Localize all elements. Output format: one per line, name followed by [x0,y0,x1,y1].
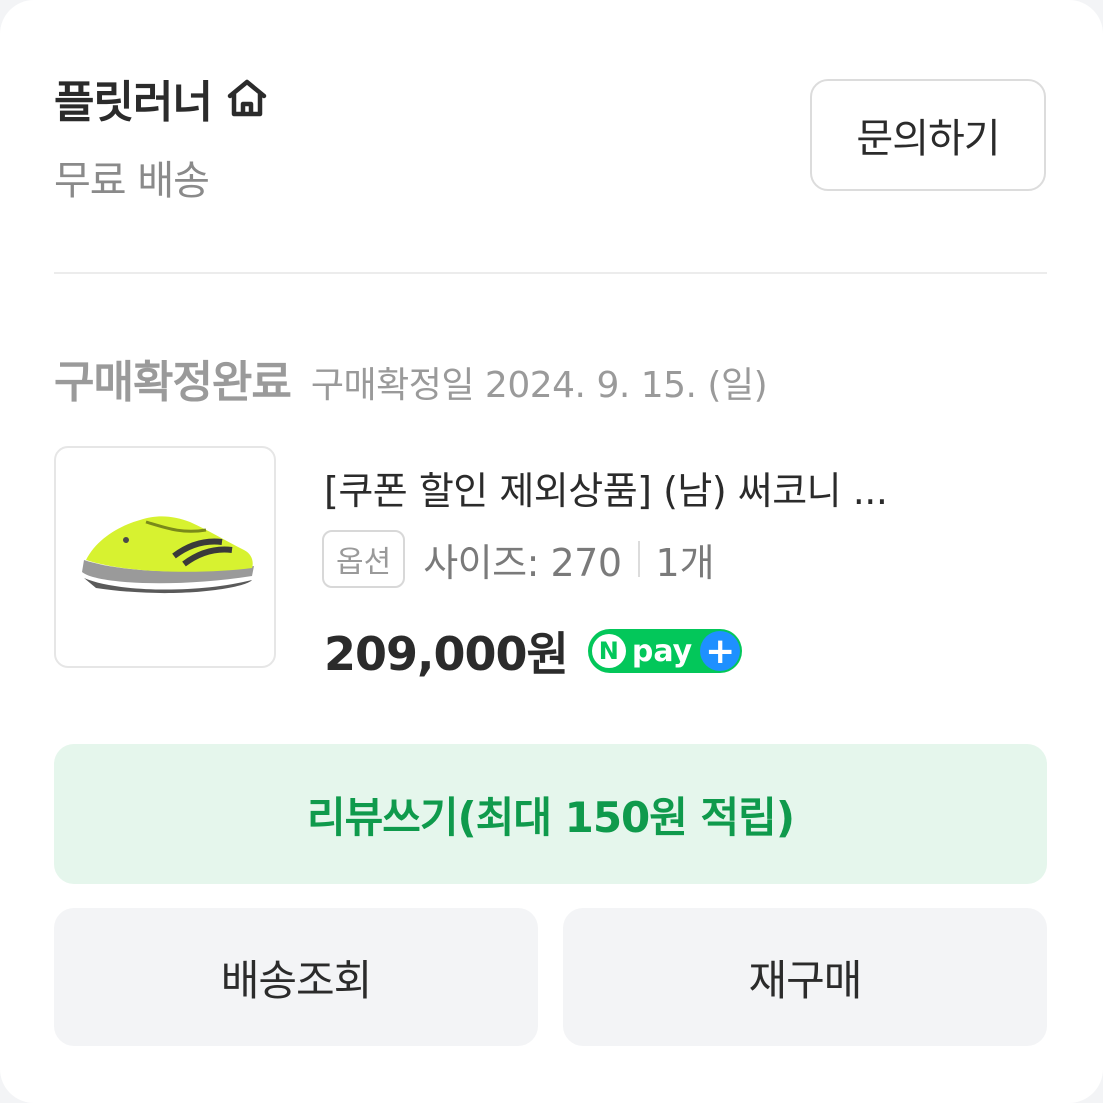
running-shoe-image [82,516,254,594]
seller-name[interactable]: 플릿러너 [54,66,213,130]
reorder-button[interactable]: 재구매 [563,908,1047,1046]
home-icon[interactable] [224,75,270,121]
order-card: 플릿러너 무료 배송 문의하기 구매확정완료 구매확정일 2024. 9. 15… [0,0,1103,1103]
order-status: 구매확정완료 [54,357,292,408]
option-size: 사이즈: 270 [423,540,622,585]
price-row: 209,000원 N pay + [324,618,743,684]
option-row: 옵션 사이즈: 270 1개 [322,530,715,588]
confirm-date: 구매확정일 2024. 9. 15. (일) [310,365,768,406]
option-separator [637,541,640,577]
order-status-row: 구매확정완료 구매확정일 2024. 9. 15. (일) [54,346,768,410]
option-quantity: 1개 [655,540,715,585]
track-delivery-button[interactable]: 배송조회 [54,908,538,1046]
product-title[interactable]: [쿠폰 할인 제외상품] (남) 써코니 ... [324,460,1024,515]
option-badge: 옵션 [322,530,406,588]
inquiry-button[interactable]: 문의하기 [810,79,1046,191]
divider [54,272,1047,274]
seller-name-row[interactable]: 플릿러너 [54,66,270,130]
product-thumbnail[interactable] [54,446,276,668]
write-review-button[interactable]: 리뷰쓰기(최대 150원 적립) [54,744,1047,884]
shipping-info: 무료 배송 [54,158,210,204]
product-price: 209,000원 [324,627,569,681]
npay-plus-badge: N pay + [587,629,743,673]
npay-plus-icon: + [700,631,741,672]
npay-label: pay [631,633,693,669]
seller-header[interactable]: 플릿러너 [54,66,270,130]
npay-n-icon: N [591,634,626,668]
